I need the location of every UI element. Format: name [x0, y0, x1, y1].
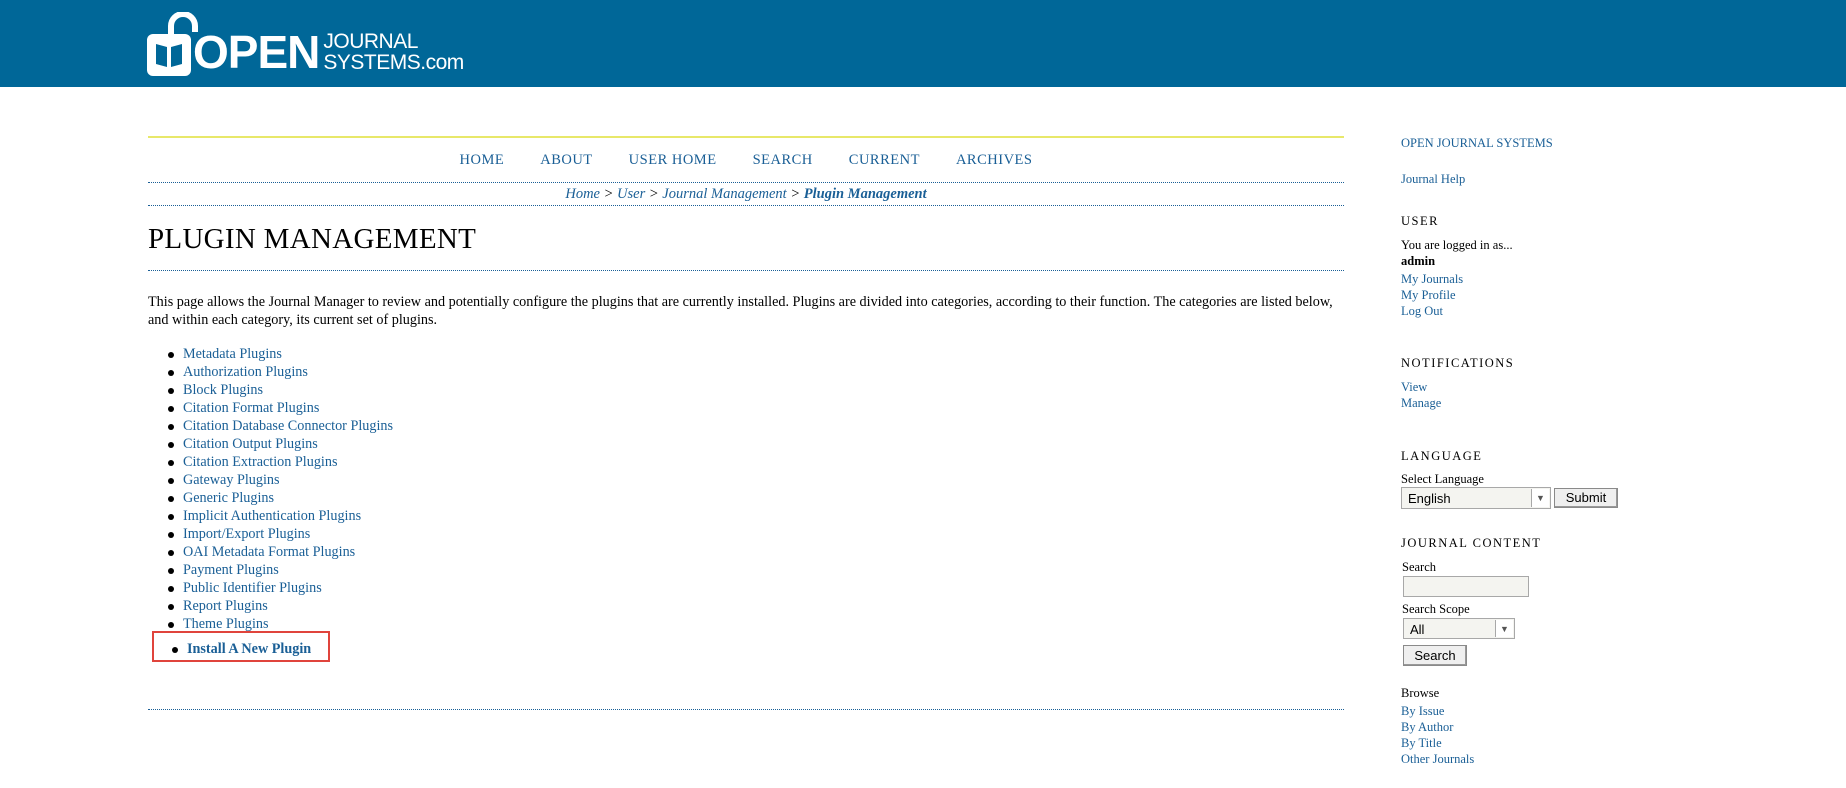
list-item: Citation Database Connector Plugins	[168, 417, 1344, 435]
list-item: Block Plugins	[168, 381, 1344, 399]
search-scope-select[interactable]: All ▼	[1403, 618, 1515, 639]
plugin-category-link[interactable]: Citation Extraction Plugins	[183, 454, 337, 470]
language-block-title: LANGUAGE	[1401, 449, 1483, 463]
logged-in-text: You are logged in as...	[1401, 238, 1513, 252]
plugin-category-link[interactable]: Implicit Authentication Plugins	[183, 508, 361, 524]
list-item: OAI Metadata Format Plugins	[168, 543, 1344, 561]
site-header: OPEN JOURNAL SYSTEMS.com	[0, 0, 1846, 87]
open-lock-book-icon	[147, 11, 198, 78]
logo-subtitle: JOURNAL SYSTEMS.com	[323, 30, 464, 74]
ojs-link[interactable]: OPEN JOURNAL SYSTEMS	[1401, 136, 1553, 151]
list-item: Citation Output Plugins	[168, 435, 1344, 453]
list-item: Generic Plugins	[168, 489, 1344, 507]
plugin-category-link[interactable]: Generic Plugins	[183, 490, 274, 506]
plugin-category-link[interactable]: OAI Metadata Format Plugins	[183, 544, 355, 560]
other-journals-link[interactable]: Other Journals	[1401, 752, 1474, 767]
bottom-divider	[148, 709, 1344, 710]
logo-subtitle-line-2: SYSTEMS.com	[323, 51, 464, 74]
nav-archives[interactable]: ARCHIVES	[956, 152, 1033, 169]
plugin-category-link[interactable]: Block Plugins	[183, 382, 263, 398]
my-journals-link[interactable]: My Journals	[1401, 272, 1463, 287]
ojs-logo[interactable]: OPEN JOURNAL SYSTEMS.com	[147, 11, 464, 78]
nav-home[interactable]: HOME	[460, 152, 505, 169]
plugin-category-link[interactable]: Citation Output Plugins	[183, 436, 318, 452]
logo-subtitle-line-1: JOURNAL	[323, 30, 418, 53]
search-scope-label: Search Scope	[1402, 602, 1470, 616]
list-item: Metadata Plugins	[168, 345, 1344, 363]
plugin-category-link[interactable]: Citation Database Connector Plugins	[183, 418, 393, 434]
notifications-block-title: NOTIFICATIONS	[1401, 356, 1515, 370]
logo-open-text: OPEN	[193, 26, 320, 78]
plugin-category-link[interactable]: Metadata Plugins	[183, 346, 282, 362]
search-input[interactable]	[1403, 576, 1529, 597]
user-block-title: USER	[1401, 214, 1439, 228]
list-item: Theme Plugins	[168, 615, 1344, 633]
select-language-label: Select Language	[1401, 472, 1484, 486]
list-item: Public Identifier Plugins	[168, 579, 1344, 597]
install-new-plugin-link[interactable]: Install A New Plugin	[187, 641, 311, 657]
log-out-link[interactable]: Log Out	[1401, 304, 1443, 319]
plugin-category-list: Metadata Plugins Authorization Plugins B…	[148, 345, 1344, 633]
breadcrumb-current[interactable]: Plugin Management	[804, 186, 927, 202]
plugin-category-link[interactable]: Import/Export Plugins	[183, 526, 310, 542]
main-navigation: HOME ABOUT USER HOME SEARCH CURRENT ARCH…	[148, 136, 1344, 183]
plugin-category-link[interactable]: Report Plugins	[183, 598, 268, 614]
plugin-category-link[interactable]: Payment Plugins	[183, 562, 279, 578]
search-button[interactable]: Search	[1403, 645, 1467, 666]
plugin-category-link[interactable]: Theme Plugins	[183, 616, 269, 632]
journal-content-block-title: JOURNAL CONTENT	[1401, 536, 1542, 550]
plugin-category-link[interactable]: Gateway Plugins	[183, 472, 280, 488]
breadcrumb-separator: >	[603, 186, 614, 202]
list-item: Implicit Authentication Plugins	[168, 507, 1344, 525]
nav-search[interactable]: SEARCH	[753, 152, 813, 169]
chevron-down-icon: ▼	[1531, 489, 1549, 507]
list-item: Report Plugins	[168, 597, 1344, 615]
browse-by-issue-link[interactable]: By Issue	[1401, 704, 1444, 719]
list-item: Payment Plugins	[168, 561, 1344, 579]
browse-label: Browse	[1401, 686, 1440, 700]
notifications-view-link[interactable]: View	[1401, 380, 1427, 395]
nav-about[interactable]: ABOUT	[540, 152, 592, 169]
breadcrumb-separator: >	[648, 186, 659, 202]
plugin-category-link[interactable]: Public Identifier Plugins	[183, 580, 322, 596]
search-scope-value: All	[1410, 622, 1425, 637]
page-title: PLUGIN MANAGEMENT	[148, 206, 1344, 271]
notifications-manage-link[interactable]: Manage	[1401, 396, 1441, 411]
breadcrumb-journal-management[interactable]: Journal Management	[662, 186, 786, 202]
breadcrumb: Home > User > Journal Management > Plugi…	[148, 183, 1344, 206]
plugin-category-link[interactable]: Authorization Plugins	[183, 364, 308, 380]
language-submit-button[interactable]: Submit	[1554, 488, 1618, 508]
plugin-category-link[interactable]: Citation Format Plugins	[183, 400, 319, 416]
list-item: Authorization Plugins	[168, 363, 1344, 381]
list-item: Gateway Plugins	[168, 471, 1344, 489]
list-item: Citation Format Plugins	[168, 399, 1344, 417]
nav-user-home[interactable]: USER HOME	[629, 152, 717, 169]
language-select[interactable]: English ▼	[1401, 487, 1551, 509]
browse-by-title-link[interactable]: By Title	[1401, 736, 1442, 751]
my-profile-link[interactable]: My Profile	[1401, 288, 1456, 303]
search-label: Search	[1402, 560, 1437, 574]
language-select-value: English	[1408, 491, 1451, 506]
main-content: HOME ABOUT USER HOME SEARCH CURRENT ARCH…	[148, 136, 1344, 633]
list-item: Citation Extraction Plugins	[168, 453, 1344, 471]
chevron-down-icon: ▼	[1495, 620, 1513, 637]
breadcrumb-user[interactable]: User	[617, 186, 645, 202]
breadcrumb-separator: >	[790, 186, 801, 202]
list-item: Import/Export Plugins	[168, 525, 1344, 543]
page-intro: This page allows the Journal Manager to …	[148, 294, 1333, 328]
username: admin	[1401, 254, 1436, 268]
breadcrumb-home[interactable]: Home	[565, 186, 600, 202]
browse-by-author-link[interactable]: By Author	[1401, 720, 1453, 735]
journal-help-link[interactable]: Journal Help	[1401, 172, 1465, 187]
nav-current[interactable]: CURRENT	[849, 152, 920, 169]
install-plugin-item: Install A New Plugin	[172, 640, 311, 658]
